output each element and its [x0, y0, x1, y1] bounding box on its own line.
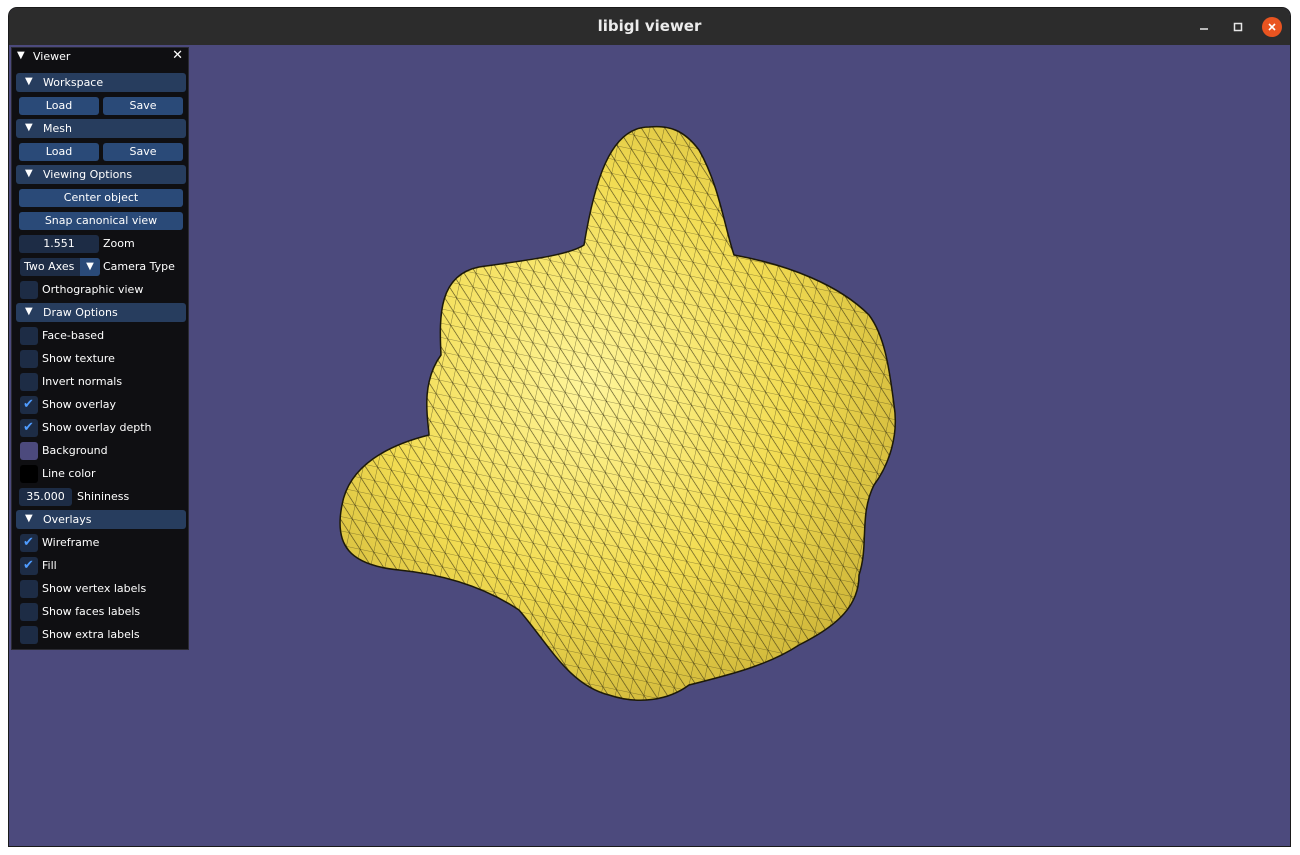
window-title: libigl viewer [597, 17, 702, 35]
camera-type-select[interactable]: Two Axes ▼ [20, 258, 100, 276]
title-bar[interactable]: libigl viewer [9, 8, 1290, 45]
workspace-load-button[interactable]: Load [19, 97, 99, 115]
faces-labels-checkbox[interactable] [20, 603, 38, 621]
minimize-icon[interactable] [1194, 17, 1214, 37]
line-color-swatch[interactable] [20, 465, 38, 483]
shininess-label: Shininess [77, 490, 130, 503]
section-draw-options[interactable]: ▼ Draw Options [16, 303, 186, 322]
wireframe-label: Wireframe [42, 536, 100, 549]
background-color-swatch[interactable] [20, 442, 38, 460]
orthographic-checkbox[interactable] [20, 281, 38, 299]
show-overlay-depth-label: Show overlay depth [42, 421, 152, 434]
line-color-label: Line color [42, 467, 96, 480]
maximize-icon[interactable] [1228, 17, 1248, 37]
section-label: Overlays [43, 513, 92, 526]
show-overlay-depth-checkbox[interactable] [20, 419, 38, 437]
chevron-down-icon[interactable]: ▼ [80, 258, 100, 276]
show-texture-checkbox[interactable] [20, 350, 38, 368]
section-overlays[interactable]: ▼ Overlays [16, 510, 186, 529]
fill-label: Fill [42, 559, 57, 572]
section-label: Mesh [43, 122, 72, 135]
section-label: Viewing Options [43, 168, 133, 181]
zoom-label: Zoom [103, 237, 135, 250]
vertex-labels-label: Show vertex labels [42, 582, 147, 595]
face-based-checkbox[interactable] [20, 327, 38, 345]
mesh-model[interactable] [9, 45, 1290, 846]
fill-checkbox[interactable] [20, 557, 38, 575]
collapse-triangle-icon: ▼ [25, 306, 33, 317]
extra-labels-checkbox[interactable] [20, 626, 38, 644]
collapse-triangle-icon[interactable]: ▼ [17, 50, 25, 61]
panel-title: Viewer [33, 50, 71, 63]
section-viewing-options[interactable]: ▼ Viewing Options [16, 165, 186, 184]
snap-canonical-view-button[interactable]: Snap canonical view [19, 212, 183, 230]
show-overlay-checkbox[interactable] [20, 396, 38, 414]
wireframe-checkbox[interactable] [20, 534, 38, 552]
mesh-load-button[interactable]: Load [19, 143, 99, 161]
show-texture-label: Show texture [42, 352, 115, 365]
collapse-triangle-icon: ▼ [25, 513, 33, 524]
camera-type-value: Two Axes [24, 260, 75, 273]
vertex-labels-checkbox[interactable] [20, 580, 38, 598]
mesh-save-button[interactable]: Save [103, 143, 183, 161]
workspace-save-button[interactable]: Save [103, 97, 183, 115]
camera-type-label: Camera Type [103, 260, 175, 273]
section-label: Draw Options [43, 306, 118, 319]
app-window: libigl viewer ▼ Viewer ✕ ▼ Workspace Loa… [9, 8, 1290, 846]
invert-normals-label: Invert normals [42, 375, 123, 388]
shininess-input[interactable]: 35.000 [19, 488, 72, 506]
background-label: Background [42, 444, 108, 457]
section-mesh[interactable]: ▼ Mesh [16, 119, 186, 138]
viewer-panel: ▼ Viewer ✕ ▼ Workspace Load Save ▼ Mesh … [11, 47, 189, 650]
close-icon[interactable] [1262, 17, 1282, 37]
zoom-input[interactable]: 1.551 [19, 235, 99, 253]
collapse-triangle-icon: ▼ [25, 168, 33, 179]
panel-close-icon[interactable]: ✕ [172, 48, 183, 63]
collapse-triangle-icon: ▼ [25, 76, 33, 87]
3d-viewport[interactable] [9, 45, 1290, 846]
section-label: Workspace [43, 76, 104, 89]
face-based-label: Face-based [42, 329, 105, 342]
center-object-button[interactable]: Center object [19, 189, 183, 207]
faces-labels-label: Show faces labels [42, 605, 141, 618]
orthographic-label: Orthographic view [42, 283, 144, 296]
panel-header[interactable]: ▼ Viewer ✕ [12, 48, 188, 64]
invert-normals-checkbox[interactable] [20, 373, 38, 391]
show-overlay-label: Show overlay [42, 398, 117, 411]
section-workspace[interactable]: ▼ Workspace [16, 73, 186, 92]
collapse-triangle-icon: ▼ [25, 122, 33, 133]
extra-labels-label: Show extra labels [42, 628, 140, 641]
